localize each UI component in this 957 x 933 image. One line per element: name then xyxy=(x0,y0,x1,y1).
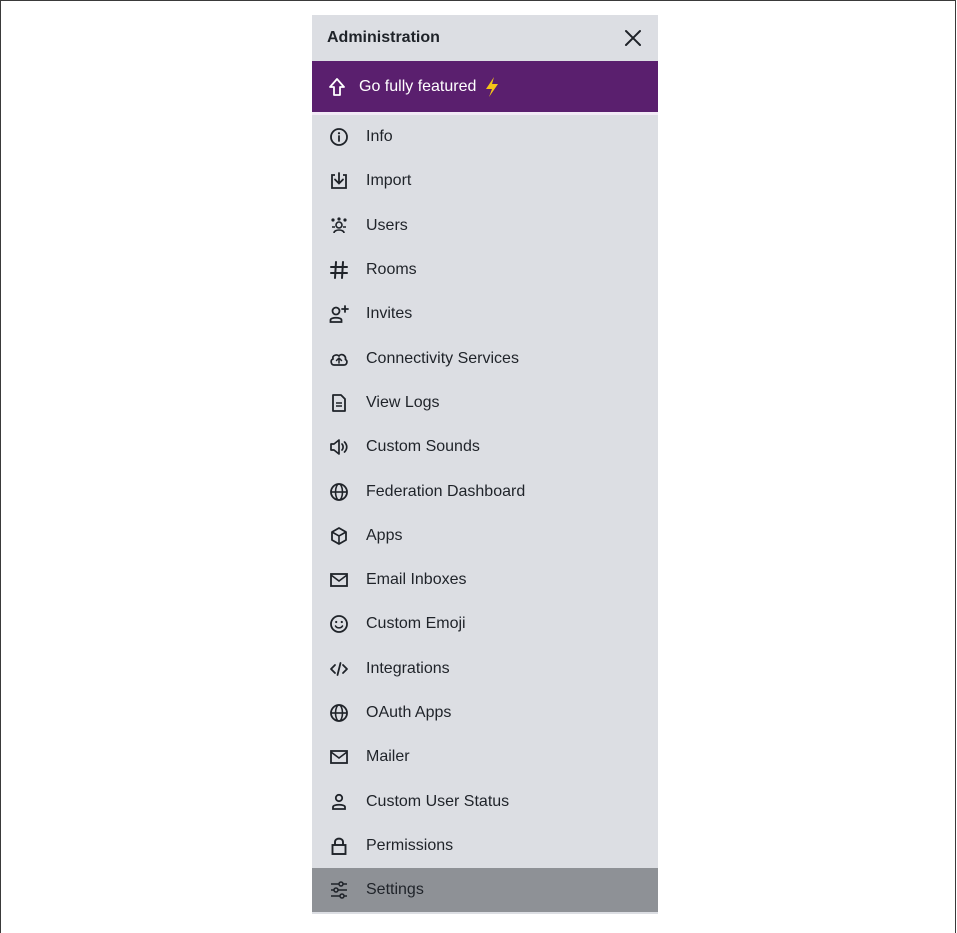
menu-item-label: Connectivity Services xyxy=(366,349,519,367)
sidebar-title: Administration xyxy=(327,29,440,46)
menu-item-label: Custom Sounds xyxy=(366,438,480,456)
menu-item-email-inboxes[interactable]: Email Inboxes xyxy=(312,558,658,602)
menu-item-label: Custom User Status xyxy=(366,792,510,810)
speaker-icon xyxy=(329,437,349,457)
menu-item-settings[interactable]: Settings xyxy=(312,868,658,913)
menu-item-mailer[interactable]: Mailer xyxy=(312,735,658,779)
menu-item-label: Settings xyxy=(366,881,424,899)
menu-item-info[interactable]: Info xyxy=(312,115,658,159)
code-icon xyxy=(329,659,349,679)
import-icon xyxy=(329,171,349,191)
menu-item-label: Custom Emoji xyxy=(366,615,466,633)
menu-item-oauth-apps[interactable]: OAuth Apps xyxy=(312,691,658,735)
file-icon xyxy=(329,393,349,413)
mail-icon xyxy=(329,747,349,767)
menu-item-label: OAuth Apps xyxy=(366,704,452,721)
menu-item-label: Integrations xyxy=(366,659,450,677)
menu-item-custom-emoji[interactable]: Custom Emoji xyxy=(312,602,658,646)
menu-item-label: Info xyxy=(366,128,393,146)
menu-item-custom-user-status[interactable]: Custom User Status xyxy=(312,779,658,823)
go-fully-featured-button[interactable]: Go fully featured xyxy=(312,61,658,115)
upgrade-label: Go fully featured xyxy=(359,77,477,95)
menu-item-label: Email Inboxes xyxy=(366,571,467,589)
globe-icon xyxy=(329,482,349,502)
user-plus-icon xyxy=(329,304,349,324)
menu-item-label: Users xyxy=(366,216,408,234)
lock-icon xyxy=(329,836,349,856)
menu-item-label: View Logs xyxy=(366,393,440,411)
cloud-icon xyxy=(329,349,349,369)
hashtag-icon xyxy=(329,260,349,280)
menu-item-federation-dashboard[interactable]: Federation Dashboard xyxy=(312,469,658,513)
arrow-up-icon xyxy=(329,77,345,96)
menu-item-import[interactable]: Import xyxy=(312,159,658,203)
menu-item-label: Apps xyxy=(366,526,403,544)
inbox-icon xyxy=(329,570,349,590)
menu-item-connectivity-services[interactable]: Connectivity Services xyxy=(312,336,658,380)
menu-item-label: Mailer xyxy=(366,748,410,766)
menu-item-custom-sounds[interactable]: Custom Sounds xyxy=(312,425,658,469)
admin-menu: Info Import Users Rooms Invites Connectivity … xyxy=(312,115,658,913)
menu-item-invites[interactable]: Invites xyxy=(312,292,658,336)
users-icon xyxy=(329,216,349,236)
menu-item-rooms[interactable]: Rooms xyxy=(312,248,658,292)
menu-item-label: Federation Dashboard xyxy=(366,482,526,500)
user-icon xyxy=(329,792,349,812)
sidebar-header: Administration xyxy=(312,15,658,61)
menu-item-view-logs[interactable]: View Logs xyxy=(312,381,658,425)
close-icon xyxy=(625,30,641,46)
menu-item-integrations[interactable]: Integrations xyxy=(312,647,658,691)
menu-item-apps[interactable]: Apps xyxy=(312,514,658,558)
globe-icon xyxy=(329,703,349,723)
menu-item-label: Invites xyxy=(366,305,413,323)
cube-icon xyxy=(329,526,349,546)
close-button[interactable] xyxy=(618,23,648,53)
emoji-icon xyxy=(329,614,349,634)
lightning-icon xyxy=(484,76,500,98)
menu-item-users[interactable]: Users xyxy=(312,204,658,248)
info-icon xyxy=(329,127,349,147)
menu-item-label: Import xyxy=(366,172,412,190)
menu-item-label: Permissions xyxy=(366,836,454,854)
sliders-icon xyxy=(329,880,349,900)
menu-item-permissions[interactable]: Permissions xyxy=(312,824,658,868)
menu-item-label: Rooms xyxy=(366,261,417,279)
admin-sidebar: Administration Go fully featured Info Imp… xyxy=(312,15,658,914)
